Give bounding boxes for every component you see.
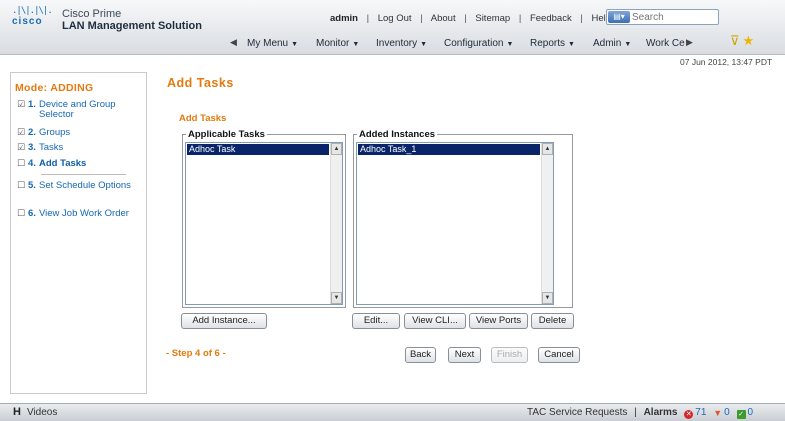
added-instances-group: Added Instances Adhoc Task_1 ▲ ▼ [353, 129, 573, 308]
step-done-check-icon: ☑ [17, 128, 26, 138]
next-button[interactable]: Next [448, 347, 481, 363]
search-scope-dropdown-icon[interactable]: ▤▾ [608, 11, 630, 23]
critical-alarm-icon: ✕ [684, 410, 694, 419]
product-name: Cisco Prime LAN Management Solution [62, 8, 202, 32]
section-title: Add Tasks [179, 113, 227, 124]
nav-work-center[interactable]: Work Ce [646, 38, 685, 49]
step-pending-box-icon: ☐ [17, 181, 26, 191]
step-indicator: - Step 4 of 6 - [166, 348, 226, 359]
edit-button[interactable]: Edit... [352, 313, 400, 329]
cisco-bars-icon: .|\|.|\|. [12, 6, 53, 16]
applicable-tasks-list[interactable]: Adhoc Task ▲ ▼ [185, 142, 343, 305]
film-icon: H [13, 406, 21, 418]
step-pending-box-icon: ☐ [17, 209, 26, 219]
caret-down-icon: ▼ [291, 41, 299, 48]
scroll-up-icon[interactable]: ▲ [542, 143, 553, 155]
tac-service-requests-link[interactable]: TAC Service Requests [527, 407, 627, 418]
step-done-check-icon: ☑ [17, 143, 26, 153]
nav-admin[interactable]: Admin ▼ [593, 38, 631, 49]
view-cli-button[interactable]: View CLI... [404, 313, 466, 329]
top-links: admin | Log Out | About | Sitemap | Feed… [330, 13, 611, 24]
filter-icon[interactable]: ⊽ [730, 33, 740, 48]
nav-monitor[interactable]: Monitor ▼ [316, 38, 359, 49]
back-button[interactable]: Back [405, 347, 436, 363]
feedback-link[interactable]: Feedback [530, 13, 572, 24]
nav-my-menu[interactable]: My Menu ▼ [247, 38, 298, 49]
added-instances-list[interactable]: Adhoc Task_1 ▲ ▼ [356, 142, 554, 305]
mode-title: Mode: ADDING [15, 82, 94, 94]
logout-link[interactable]: Log Out [378, 13, 412, 24]
added-instances-scrollbar[interactable]: ▲ ▼ [541, 143, 553, 304]
nav-scroll-right-icon[interactable]: ▶ [686, 37, 693, 48]
caret-down-icon: ▼ [624, 41, 632, 48]
step-done-check-icon: ☑ [17, 100, 26, 110]
scroll-up-icon[interactable]: ▲ [331, 143, 342, 155]
major-alarm-icon: ▼ [713, 408, 723, 418]
nav-reports[interactable]: Reports ▼ [530, 38, 575, 49]
wizard-steps-panel: Mode: ADDING ☑ 1. Device and Group Selec… [10, 72, 147, 394]
add-instance-button[interactable]: Add Instance... [181, 313, 267, 329]
view-ports-button[interactable]: View Ports [469, 313, 528, 329]
product-name-line1: Cisco Prime [62, 8, 122, 20]
list-item[interactable]: Adhoc Task_1 [358, 144, 540, 155]
cisco-logo-text: cisco [12, 16, 43, 27]
list-item[interactable]: Adhoc Task [187, 144, 329, 155]
major-alarm-count[interactable]: 0 [724, 407, 730, 418]
username: admin [330, 13, 358, 24]
favorite-star-icon[interactable]: ★ [743, 33, 755, 48]
nav-inventory[interactable]: Inventory ▼ [376, 38, 427, 49]
delete-button[interactable]: Delete [531, 313, 574, 329]
footer-status: TAC Service Requests | Alarms ✕ 71 ▼ 0 ✓ 0 [527, 407, 754, 419]
timestamp: 07 Jun 2012, 13:47 PDT [680, 57, 773, 67]
caret-down-icon: ▼ [568, 41, 575, 48]
nav-configuration[interactable]: Configuration ▼ [444, 38, 513, 49]
alarms-label: Alarms [643, 407, 678, 418]
finish-button: Finish [491, 347, 528, 363]
about-link[interactable]: About [431, 13, 456, 24]
header: .|\|.|\|. cisco Cisco Prime LAN Manageme… [0, 0, 785, 55]
nav-icons: ⊽ ★ [730, 33, 754, 49]
page-title: Add Tasks [167, 76, 234, 90]
caret-down-icon: ▼ [352, 41, 360, 48]
applicable-tasks-group: Applicable Tasks Adhoc Task ▲ ▼ [182, 129, 346, 308]
caret-down-icon: ▼ [506, 41, 514, 48]
clear-alarm-icon: ✓ [736, 410, 746, 419]
product-name-line2: LAN Management Solution [62, 20, 202, 32]
applicable-tasks-label: Applicable Tasks [186, 129, 267, 140]
added-instances-label: Added Instances [357, 129, 438, 140]
clear-alarm-count[interactable]: 0 [748, 407, 754, 418]
applicable-tasks-scrollbar[interactable]: ▲ ▼ [330, 143, 342, 304]
videos-link[interactable]: H Videos [13, 406, 57, 418]
scroll-down-icon[interactable]: ▼ [542, 292, 553, 304]
sitemap-link[interactable]: Sitemap [475, 13, 510, 24]
nav-scroll-left-icon[interactable]: ◀ [230, 37, 237, 48]
scroll-down-icon[interactable]: ▼ [331, 292, 342, 304]
cisco-logo: .|\|.|\|. cisco [12, 6, 53, 28]
search-input[interactable] [632, 10, 717, 24]
critical-alarm-count[interactable]: 71 [695, 407, 706, 418]
caret-down-icon: ▼ [420, 41, 428, 48]
footer: H Videos TAC Service Requests | Alarms ✕ 7… [0, 403, 785, 421]
cancel-button[interactable]: Cancel [538, 347, 580, 363]
search-box: ▤▾ [606, 9, 719, 25]
step-pending-box-icon: ☐ [17, 159, 26, 169]
step-divider [41, 174, 126, 175]
